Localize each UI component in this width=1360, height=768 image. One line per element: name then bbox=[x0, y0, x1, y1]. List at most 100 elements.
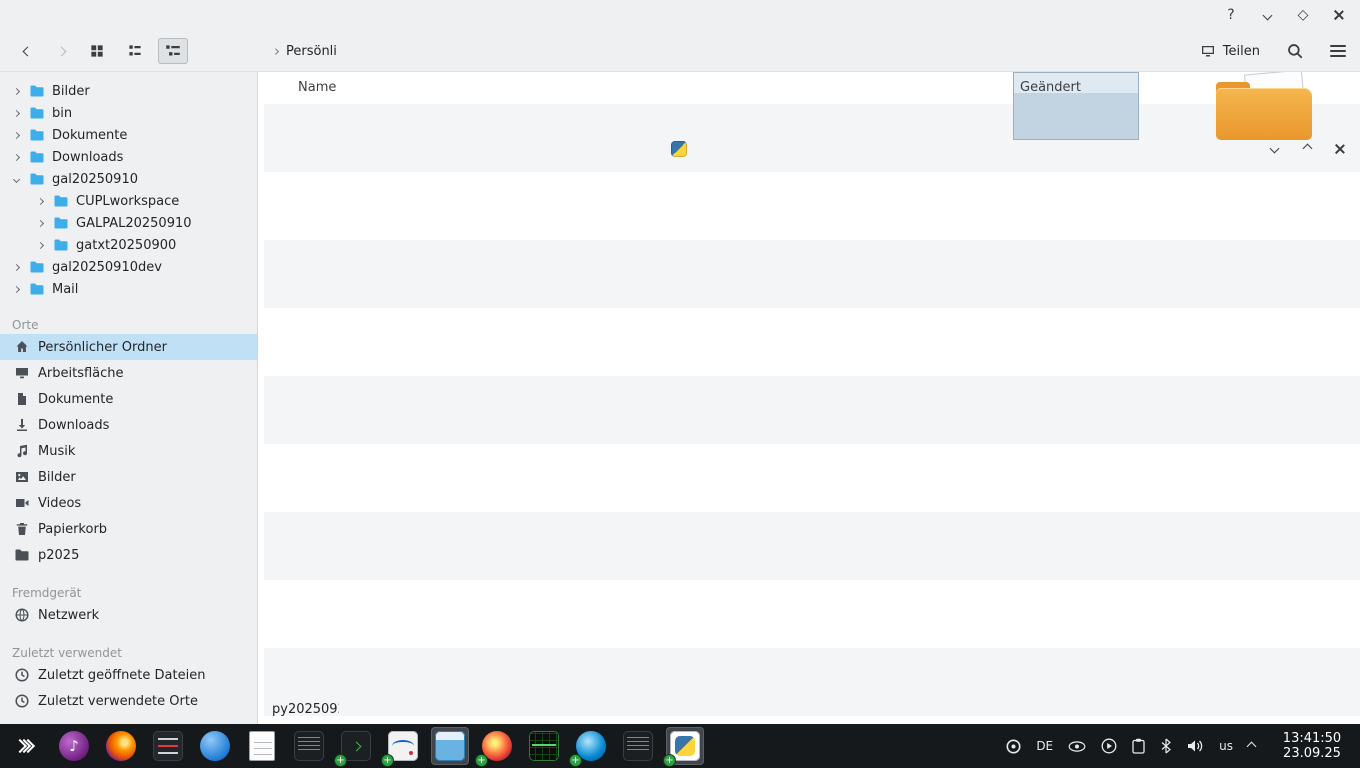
tree-item-label: gal20250910 bbox=[52, 172, 138, 187]
sidebar-place-p2025[interactable]: p2025 bbox=[0, 542, 257, 568]
taskbar-xterm[interactable] bbox=[619, 727, 657, 765]
sidebar-tree-dokumente[interactable]: Dokumente bbox=[0, 124, 257, 146]
taskbar-idle-python[interactable] bbox=[666, 727, 704, 765]
sidebar-place-netzwerk[interactable]: Netzwerk bbox=[0, 602, 257, 628]
tray-eye-icon[interactable] bbox=[1068, 741, 1086, 752]
expand-chevron-icon[interactable] bbox=[10, 287, 22, 292]
running-badge bbox=[569, 754, 582, 767]
restore-button[interactable]: ◇ bbox=[1294, 6, 1312, 24]
sidebar-place-papierkorb[interactable]: Papierkorb bbox=[0, 516, 257, 542]
taskbar-firefox[interactable] bbox=[102, 727, 140, 765]
close-button[interactable] bbox=[1332, 141, 1348, 157]
taskbar-music-player[interactable]: ♪ bbox=[55, 727, 93, 765]
taskbar-konsole[interactable] bbox=[290, 727, 328, 765]
expand-chevron-icon[interactable] bbox=[10, 111, 22, 116]
minimize-button[interactable] bbox=[1258, 6, 1276, 24]
firefox-icon bbox=[106, 731, 136, 761]
sidebar-tree-bilder[interactable]: Bilder bbox=[0, 80, 257, 102]
expand-chevron-icon[interactable] bbox=[10, 133, 22, 138]
taskbar-text-editor[interactable] bbox=[243, 727, 281, 765]
file-list-rows[interactable] bbox=[264, 104, 1360, 768]
clock[interactable]: 13:41:50 23.09.25 bbox=[1274, 731, 1350, 761]
clipboard-icon[interactable] bbox=[1132, 738, 1145, 754]
icons-view-button[interactable] bbox=[82, 38, 112, 64]
tree-item-label: CUPLworkspace bbox=[76, 194, 179, 209]
volume-icon[interactable] bbox=[1187, 739, 1204, 753]
taskbar-audio-mixer[interactable] bbox=[149, 727, 187, 765]
sidebar-place-arbeitsflaeche[interactable]: Arbeitsfläche bbox=[0, 360, 257, 386]
forward-button[interactable] bbox=[48, 38, 74, 64]
sidebar-place-persoenlicher-ordner[interactable]: Persönlicher Ordner bbox=[0, 334, 257, 360]
keyboard-layout-de[interactable]: DE bbox=[1036, 739, 1053, 753]
sidebar-tree-mail[interactable]: Mail bbox=[0, 278, 257, 300]
place-label: Netzwerk bbox=[38, 608, 99, 623]
clock-date: 23.09.25 bbox=[1274, 746, 1350, 761]
app-launcher-button[interactable] bbox=[8, 727, 46, 765]
maximize-button[interactable] bbox=[1299, 141, 1315, 157]
tree-item-label: gatxt20250900 bbox=[76, 238, 176, 253]
image-icon bbox=[14, 469, 30, 485]
sidebar-place-downloads[interactable]: Downloads bbox=[0, 412, 257, 438]
document-icon bbox=[14, 391, 30, 407]
folder-icon bbox=[14, 547, 30, 563]
idle-app-icon bbox=[671, 141, 687, 157]
taskbar-file-manager[interactable] bbox=[431, 727, 469, 765]
hamburger-menu-icon[interactable] bbox=[1330, 42, 1346, 60]
file-name-label[interactable]: py20250923.py bbox=[272, 702, 339, 717]
folder-icon bbox=[29, 171, 45, 187]
tray-status-icon[interactable] bbox=[1006, 739, 1021, 754]
running-badge bbox=[663, 754, 676, 767]
expand-chevron-icon[interactable] bbox=[34, 243, 46, 248]
sidebar-place-dokumente[interactable]: Dokumente bbox=[0, 386, 257, 412]
sidebar-tree-gal20250910dev[interactable]: gal20250910dev bbox=[0, 256, 257, 278]
folder-icon bbox=[53, 237, 69, 253]
tray-expand-icon[interactable] bbox=[1248, 739, 1255, 754]
sidebar-tree-galpal20250910[interactable]: GALPAL20250910 bbox=[0, 212, 257, 234]
compact-view-button[interactable] bbox=[120, 38, 150, 64]
expand-chevron-icon[interactable] bbox=[10, 265, 22, 270]
column-header-name[interactable]: Name bbox=[298, 80, 336, 95]
taskbar-blue-browser[interactable] bbox=[572, 727, 610, 765]
sidebar-tree-bin[interactable]: bin bbox=[0, 102, 257, 124]
tree-item-label: Dokumente bbox=[52, 128, 127, 143]
column-header-geaendert[interactable]: Geändert bbox=[1020, 80, 1081, 95]
minimize-button[interactable] bbox=[1266, 141, 1282, 157]
section-header-zuletzt-verwendet: Zuletzt verwendet bbox=[0, 640, 257, 662]
sidebar-place-zuletzt-dateien[interactable]: Zuletzt geöffnete Dateien bbox=[0, 662, 257, 688]
taskbar-terminal[interactable] bbox=[337, 727, 375, 765]
bluetooth-icon[interactable] bbox=[1160, 738, 1172, 754]
taskbar-blue-app[interactable] bbox=[196, 727, 234, 765]
search-icon[interactable] bbox=[1286, 42, 1304, 60]
breadcrumb-label[interactable]: Persönli bbox=[286, 44, 337, 59]
back-button[interactable] bbox=[14, 38, 40, 64]
folder-icon bbox=[29, 149, 45, 165]
sidebar-place-videos[interactable]: Videos bbox=[0, 490, 257, 516]
close-button[interactable] bbox=[1330, 6, 1348, 24]
taskbar-circuit-sim[interactable] bbox=[384, 727, 422, 765]
sidebar-tree-gal20250910[interactable]: gal20250910 bbox=[0, 168, 257, 190]
folder-icon bbox=[29, 281, 45, 297]
sidebar-place-bilder[interactable]: Bilder bbox=[0, 464, 257, 490]
media-playback-icon[interactable] bbox=[1101, 738, 1117, 754]
breadcrumb[interactable]: › Persönli bbox=[274, 42, 337, 60]
sidebar-place-musik[interactable]: Musik bbox=[0, 438, 257, 464]
sidebar-tree-gatxt20250900[interactable]: gatxt20250900 bbox=[0, 234, 257, 256]
collapse-chevron-icon[interactable] bbox=[10, 177, 22, 182]
sidebar-place-zuletzt-orte[interactable]: Zuletzt verwendete Orte bbox=[0, 688, 257, 714]
dolphin-titlebar[interactable]: ? ◇ › Persönli Teilen bbox=[0, 0, 1360, 72]
file-view[interactable]: Name Geändert py20250923.py bbox=[258, 72, 1360, 768]
help-button[interactable]: ? bbox=[1222, 6, 1240, 24]
details-view-button[interactable] bbox=[158, 38, 188, 64]
expand-chevron-icon[interactable] bbox=[10, 155, 22, 160]
expand-chevron-icon[interactable] bbox=[34, 221, 46, 226]
sidebar-tree-cuplworkspace[interactable]: CUPLworkspace bbox=[0, 190, 257, 212]
folder-icon bbox=[53, 215, 69, 231]
taskbar-firefox-2[interactable] bbox=[478, 727, 516, 765]
share-label: Teilen bbox=[1223, 44, 1260, 59]
sidebar-tree-downloads[interactable]: Downloads bbox=[0, 146, 257, 168]
share-button[interactable]: Teilen bbox=[1200, 43, 1260, 59]
expand-chevron-icon[interactable] bbox=[34, 199, 46, 204]
expand-chevron-icon[interactable] bbox=[10, 89, 22, 94]
keyboard-layout-us[interactable]: us bbox=[1219, 739, 1233, 753]
taskbar-gtkwave[interactable] bbox=[525, 727, 563, 765]
